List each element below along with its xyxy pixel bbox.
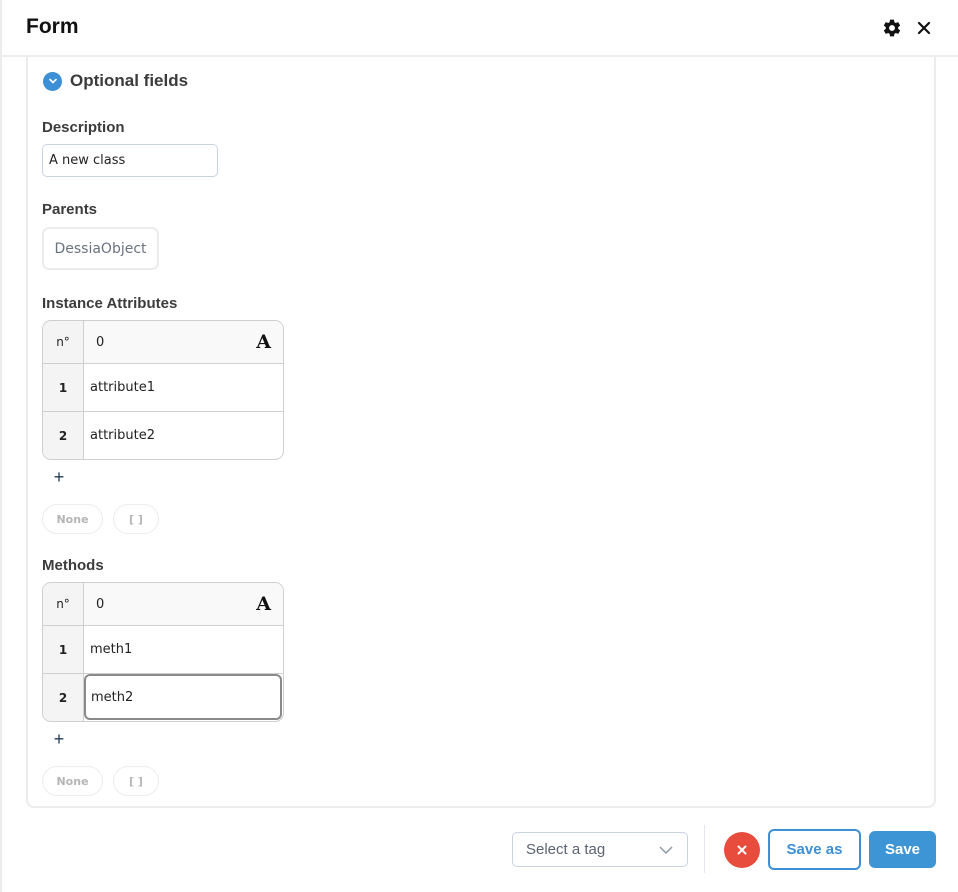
row-index: 1 bbox=[43, 626, 84, 673]
column-header-label: 0 bbox=[96, 334, 105, 350]
parent-chip[interactable]: DessiaObject bbox=[42, 227, 159, 270]
form-header: Form bbox=[0, 0, 958, 57]
save-button[interactable]: Save bbox=[869, 831, 936, 868]
text-type-icon[interactable]: A bbox=[256, 331, 271, 353]
optional-fields-label: Optional fields bbox=[70, 71, 189, 90]
table-row: 1 attribute1 bbox=[43, 363, 283, 411]
tag-select[interactable]: Select a tag bbox=[512, 832, 688, 867]
index-header: n° bbox=[43, 583, 84, 625]
close-icon bbox=[737, 845, 747, 855]
optional-fields-toggle[interactable]: Optional fields bbox=[43, 71, 188, 91]
table-row: 2 attribute2 bbox=[43, 411, 283, 459]
table-row: 2 meth2 bbox=[43, 673, 283, 721]
footer-divider bbox=[704, 825, 705, 873]
index-header: n° bbox=[43, 321, 84, 363]
left-border bbox=[0, 0, 2, 892]
table-row: 1 meth1 bbox=[43, 625, 283, 673]
instance-attributes-table: n° 0 A 1 attribute1 2 attribute2 bbox=[42, 320, 284, 460]
chevron-down-icon bbox=[43, 71, 62, 91]
attribute-input[interactable]: attribute2 bbox=[84, 412, 283, 459]
chevron-down-icon bbox=[659, 846, 673, 854]
add-attribute-button[interactable]: + bbox=[52, 467, 66, 488]
method-input-focused[interactable]: meth2 bbox=[84, 674, 282, 720]
form-title: Form bbox=[26, 15, 79, 38]
cancel-button[interactable] bbox=[724, 832, 760, 868]
description-input[interactable] bbox=[42, 144, 218, 177]
close-icon[interactable] bbox=[916, 18, 932, 38]
save-as-button[interactable]: Save as bbox=[768, 829, 861, 870]
table-header-row: n° 0 A bbox=[43, 583, 283, 625]
table-header-row: n° 0 A bbox=[43, 321, 283, 363]
column-header: 0 A bbox=[84, 583, 283, 625]
tag-select-placeholder: Select a tag bbox=[526, 841, 606, 858]
attributes-none-button[interactable]: None bbox=[42, 504, 103, 534]
methods-empty-list-button[interactable]: [ ] bbox=[113, 766, 159, 796]
column-header: 0 A bbox=[84, 321, 283, 363]
row-index: 2 bbox=[43, 412, 84, 459]
instance-attributes-label: Instance Attributes bbox=[42, 295, 178, 312]
row-index: 2 bbox=[43, 674, 84, 721]
description-label: Description bbox=[42, 119, 125, 136]
parents-label: Parents bbox=[42, 201, 98, 218]
attributes-empty-list-button[interactable]: [ ] bbox=[113, 504, 159, 534]
attribute-input[interactable]: attribute1 bbox=[84, 364, 283, 411]
methods-label: Methods bbox=[42, 557, 104, 574]
gear-icon[interactable] bbox=[882, 18, 902, 38]
column-header-label: 0 bbox=[96, 596, 105, 612]
add-method-button[interactable]: + bbox=[52, 729, 66, 750]
methods-none-button[interactable]: None bbox=[42, 766, 103, 796]
row-index: 1 bbox=[43, 364, 84, 411]
text-type-icon[interactable]: A bbox=[256, 593, 271, 615]
method-input[interactable]: meth1 bbox=[84, 626, 283, 673]
methods-table: n° 0 A 1 meth1 2 meth2 bbox=[42, 582, 284, 722]
